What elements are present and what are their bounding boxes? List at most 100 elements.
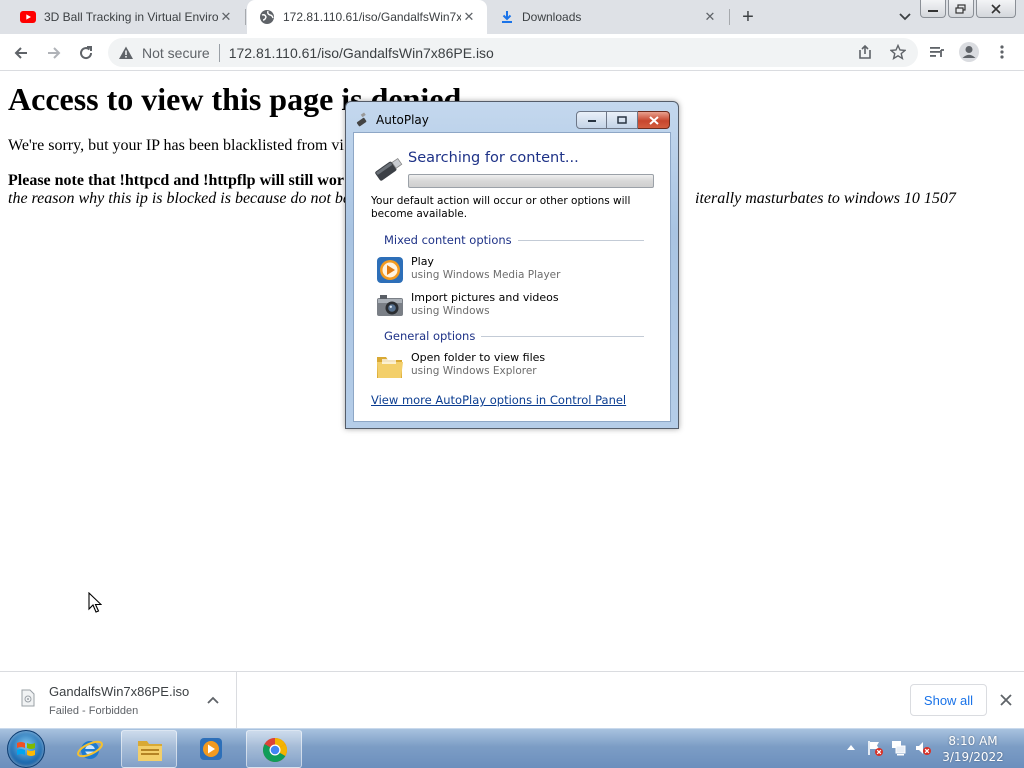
dialog-body: Searching for content... Your default ac… — [353, 132, 671, 422]
note-paragraph: Please note that !httpcd and !httpflp wi… — [8, 172, 344, 189]
download-item[interactable]: GandalfsWin7x86PE.iso Failed - Forbidden — [0, 672, 237, 728]
autoplay-usb-icon — [356, 112, 367, 127]
youtube-icon — [20, 11, 36, 23]
reading-list-button[interactable] — [925, 40, 949, 64]
internet-explorer-icon — [77, 740, 103, 759]
download-options-button[interactable] — [204, 692, 222, 708]
tab-close-icon[interactable]: ✕ — [461, 9, 477, 25]
dialog-titlebar[interactable]: AutoPlay — [354, 110, 429, 130]
omnibox-divider — [218, 43, 220, 62]
taskbar-windows-explorer[interactable] — [121, 730, 177, 768]
blacklist-paragraph: We're sorry, but your IP has been blackl… — [8, 137, 344, 154]
file-icon — [21, 689, 35, 707]
new-tab-button[interactable]: + — [736, 6, 760, 28]
screen: 3D Ball Tracking in Virtual Enviro ✕ 172… — [0, 0, 1024, 768]
option-import-pictures[interactable]: Import pictures and videos using Windows — [375, 291, 635, 321]
usb-drive-icon — [375, 157, 403, 181]
show-all-button[interactable]: Show all — [910, 684, 987, 716]
window-controls — [920, 0, 1016, 18]
tab-title: 172.81.110.61/iso/GandalfsWin7x — [283, 10, 461, 24]
clock-time: 8:10 AM — [948, 734, 998, 748]
media-player-icon — [377, 257, 403, 283]
url-text[interactable]: 172.81.110.61/iso/GandalfsWin7x86PE.iso — [229, 45, 494, 61]
general-options-header: General options — [384, 329, 644, 343]
share-button[interactable] — [853, 40, 877, 64]
taskbar-media-player[interactable] — [183, 730, 239, 768]
reload-button[interactable] — [73, 40, 99, 66]
dialog-minimize-button[interactable] — [576, 111, 607, 129]
system-clock[interactable]: 8:10 AM 3/19/2022 — [930, 733, 1016, 765]
tab-downloads[interactable]: Downloads ✕ — [488, 0, 728, 34]
windows-taskbar: 8:10 AM 3/19/2022 — [0, 728, 1024, 768]
search-progress-bar — [408, 174, 654, 188]
minimize-icon — [587, 120, 596, 122]
dialog-caption-buttons — [576, 111, 670, 129]
star-icon — [890, 44, 906, 60]
reason-text-end: iterally masturbates to windows 10 1507 — [695, 190, 956, 207]
kebab-menu-icon — [1000, 45, 1004, 59]
bookmark-button[interactable] — [886, 40, 910, 64]
address-bar[interactable]: Not secure 172.81.110.61/iso/GandalfsWin… — [108, 38, 918, 67]
not-secure-warning-icon[interactable] — [118, 45, 134, 61]
tab-separator — [245, 9, 246, 25]
chevron-up-icon — [207, 696, 219, 704]
back-button[interactable] — [8, 40, 34, 66]
close-icon — [648, 115, 659, 125]
profile-avatar-icon — [959, 42, 979, 62]
start-button[interactable] — [7, 730, 45, 768]
autoplay-dialog: AutoPlay Searching for content... Your d… — [345, 101, 679, 429]
minimize-icon — [928, 9, 938, 12]
share-icon — [859, 44, 871, 59]
mouse-cursor-icon — [88, 592, 102, 613]
option-label: Play — [411, 255, 434, 268]
minimize-window-button[interactable] — [920, 0, 946, 18]
option-sublabel: using Windows Explorer — [411, 365, 537, 377]
tab-close-icon[interactable]: ✕ — [702, 9, 718, 25]
network-icon[interactable] — [890, 739, 908, 757]
restore-window-button[interactable] — [948, 0, 974, 18]
clock-date: 3/19/2022 — [942, 750, 1004, 764]
dialog-close-button[interactable] — [638, 111, 670, 129]
tab-search-chevron-icon[interactable] — [896, 9, 914, 25]
media-player-icon — [200, 738, 222, 760]
tab-title: 3D Ball Tracking in Virtual Enviro — [44, 10, 218, 24]
taskbar-internet-explorer[interactable] — [62, 730, 118, 768]
windows-logo-icon — [17, 742, 35, 756]
mixed-content-header: Mixed content options — [384, 233, 644, 247]
tab-strip: 3D Ball Tracking in Virtual Enviro ✕ 172… — [0, 0, 1024, 34]
searching-heading: Searching for content... — [408, 150, 579, 166]
tab-youtube[interactable]: 3D Ball Tracking in Virtual Enviro ✕ — [8, 0, 244, 34]
folder-icon — [138, 741, 162, 761]
section-divider — [517, 239, 644, 241]
close-window-button[interactable] — [976, 0, 1016, 18]
chrome-icon — [262, 738, 288, 763]
dialog-maximize-button[interactable] — [607, 111, 638, 129]
option-sublabel: using Windows — [411, 305, 490, 317]
restore-icon — [955, 3, 966, 14]
profile-button[interactable] — [957, 40, 981, 64]
tab-title: Downloads — [522, 10, 582, 24]
download-status: Failed - Forbidden — [49, 705, 139, 717]
show-hidden-icons-icon[interactable] — [846, 743, 856, 751]
option-label: Open folder to view files — [411, 351, 546, 364]
security-label[interactable]: Not secure — [142, 45, 210, 61]
section-label: General options — [384, 329, 476, 343]
close-downloads-bar-button[interactable] — [996, 690, 1016, 710]
chrome-menu-button[interactable] — [990, 40, 1014, 64]
section-label: Mixed content options — [384, 233, 512, 247]
action-center-flag-icon[interactable] — [866, 739, 884, 757]
forward-button[interactable] — [41, 40, 67, 66]
download-filename: GandalfsWin7x86PE.iso — [49, 684, 190, 699]
tab-close-icon[interactable]: ✕ — [218, 9, 234, 25]
tab-active-iso[interactable]: 172.81.110.61/iso/GandalfsWin7x ✕ — [247, 0, 487, 34]
taskbar-google-chrome[interactable] — [246, 730, 302, 768]
tab-separator — [729, 9, 730, 25]
camera-icon — [377, 295, 403, 316]
close-icon — [1000, 694, 1012, 706]
reason-text-start: the reason why this ip is blocked is bec… — [8, 190, 351, 207]
section-divider — [481, 335, 644, 337]
media-queue-icon — [930, 47, 944, 57]
option-play[interactable]: Play using Windows Media Player — [375, 255, 635, 285]
control-panel-link[interactable]: View more AutoPlay options in Control Pa… — [371, 393, 626, 407]
option-open-folder[interactable]: Open folder to view files using Windows … — [375, 351, 635, 381]
